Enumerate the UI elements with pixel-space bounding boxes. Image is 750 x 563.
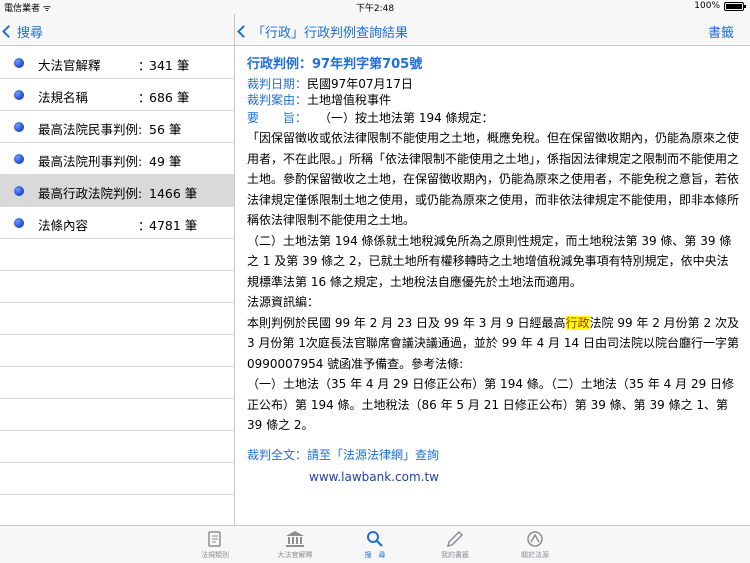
empty-row	[0, 431, 234, 463]
judgment-date-label: 裁判日期：	[247, 77, 308, 91]
list-item-administrative-precedents[interactable]: 最高行政法院判例: 1466 筆	[0, 175, 234, 207]
judgment-date-value: 民國97年07月17日	[307, 77, 413, 91]
gist-label: 要 旨：	[247, 111, 308, 125]
bullet-icon	[14, 154, 24, 164]
list-item-count: 1466 筆	[149, 186, 198, 201]
source-heading: 法源資訊編：	[247, 295, 320, 309]
judgment-date: 裁判日期：民國97年07月17日	[247, 76, 740, 92]
list-item-articles[interactable]: 法條內容 ： 4781 筆	[0, 207, 234, 239]
tab-about[interactable]: 關於法源	[505, 528, 565, 560]
list-item-count: 56 筆	[149, 122, 182, 137]
tab-categories[interactable]: 法規類別	[185, 528, 245, 560]
gist-paragraph-1: 「因保留徵收或依法律限制不能使用之土地，概應免稅。但在保留徵收期內，仍能為原來之…	[247, 131, 740, 227]
gist-heading: 要 旨： （一）按土地法第 194 條規定：	[247, 108, 740, 128]
tab-search[interactable]: 搜 尋	[345, 528, 405, 560]
list-item-civil-precedents[interactable]: 最高法院民事判例: 56 筆	[0, 111, 234, 143]
source-paragraph: 本則判例於民國 99 年 2 月 23 日及 99 年 3 月 9 日經最高行政…	[247, 313, 740, 375]
tab-label: 大法官解釋	[277, 551, 313, 559]
document-title: 行政判例：97年判字第705號	[247, 57, 423, 72]
empty-row	[0, 367, 234, 399]
split-divider	[234, 14, 235, 525]
bullet-icon	[14, 186, 24, 196]
tab-interpretations[interactable]: 大法官解釋	[265, 528, 325, 560]
list-item-label: 最高法院刑事判例:	[38, 154, 143, 169]
list-item-count: 686 筆	[149, 90, 190, 105]
sidebar-navbar: 搜尋	[0, 14, 234, 46]
clock: 下午2:48	[355, 4, 395, 14]
pencil-icon	[425, 528, 485, 550]
empty-row	[0, 399, 234, 431]
tab-label: 法規類別	[201, 551, 229, 559]
source-text-pre: 本則判例於民國 99 年 2 月 23 日及 99 年 3 月 9 日經最高	[247, 315, 566, 330]
status-bar: 電信業者 ᯤ 下午2:48 100%	[0, 0, 750, 14]
back-to-search-label: 搜尋	[17, 26, 44, 41]
bullet-icon	[14, 90, 24, 100]
lawbank-url-link[interactable]: www.lawbank.com.tw	[309, 468, 740, 486]
back-to-search-button[interactable]: 搜尋	[0, 22, 43, 41]
chevron-left-icon	[237, 25, 250, 38]
fulltext-link[interactable]: 裁判全文：請至「法源法律網」查詢	[247, 446, 740, 464]
lawbank-logo-icon	[505, 528, 565, 550]
empty-row	[0, 335, 234, 367]
chevron-left-icon	[2, 25, 15, 38]
tab-bar: 法規類別 大法官解釋 搜 尋 我的書籤 關於法源	[0, 525, 750, 563]
book-icon	[185, 528, 245, 550]
back-to-results-label: 「行政」行政判例查詢結果	[252, 26, 409, 41]
back-to-results-button[interactable]: 「行政」行政判例查詢結果	[235, 22, 408, 41]
search-highlight: 行政	[565, 315, 590, 330]
case-cause: 裁判案由：土地增值稅事件	[247, 92, 740, 108]
bullet-icon	[14, 58, 24, 68]
document-view[interactable]: 行政判例：97年判字第705號 裁判日期：民國97年07月17日 裁判案由：土地…	[236, 47, 750, 525]
list-item-label: 法條內容	[38, 218, 89, 233]
bullet-icon	[14, 122, 24, 132]
list-item-count: 4781 筆	[149, 218, 198, 233]
battery-icon	[724, 1, 746, 11]
category-list: 大法官解釋 ： 341 筆 法規名稱 ： 686 筆 最高法院民事判例: 56 …	[0, 47, 234, 525]
list-item-regulations[interactable]: 法規名稱 ： 686 筆	[0, 79, 234, 111]
list-item-label: 大法官解釋	[38, 58, 101, 73]
battery-percent: 100%	[694, 1, 720, 11]
tab-bookmarks[interactable]: 我的書籤	[425, 528, 485, 560]
empty-row	[0, 303, 234, 335]
list-item-label: 最高行政法院判例:	[38, 186, 143, 201]
detail-navbar: 「行政」行政判例查詢結果 書籤	[235, 14, 750, 46]
courthouse-icon	[265, 528, 325, 550]
list-item-interpretations[interactable]: 大法官解釋 ： 341 筆	[0, 47, 234, 79]
list-item-label: 最高法院民事判例:	[38, 122, 143, 137]
empty-row	[0, 271, 234, 303]
tab-label: 關於法源	[521, 551, 549, 559]
empty-row	[0, 463, 234, 495]
search-icon	[345, 528, 405, 550]
tab-label: 我的書籤	[441, 551, 469, 559]
case-cause-value: 土地增值稅事件	[307, 93, 392, 107]
list-item-criminal-precedents[interactable]: 最高法院刑事判例: 49 筆	[0, 143, 234, 175]
list-item-count: 49 筆	[149, 154, 182, 169]
list-item-count: 341 筆	[149, 58, 190, 73]
tab-label: 搜 尋	[364, 551, 386, 559]
case-cause-label: 裁判案由：	[247, 93, 308, 107]
gist-paragraph-2: （二）土地法第 194 條係就土地稅減免所為之原則性規定，而土地稅法第 39 條…	[247, 233, 732, 289]
bookmark-button[interactable]: 書籤	[708, 22, 734, 41]
reference-articles: （一）土地法（35 年 4 月 29 日修正公布）第 194 條。（二）土地法（…	[247, 377, 735, 432]
gist-first-line: （一）按土地法第 194 條規定：	[319, 111, 494, 125]
battery-indicator: 100%	[694, 1, 746, 11]
bullet-icon	[14, 218, 24, 228]
empty-row	[0, 239, 234, 271]
list-item-label: 法規名稱	[38, 90, 89, 105]
